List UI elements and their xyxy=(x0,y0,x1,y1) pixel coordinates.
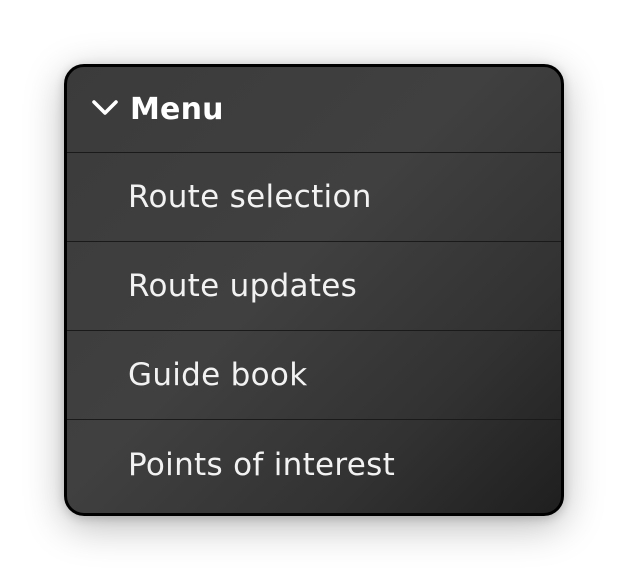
menu-item-guide-book[interactable]: Guide book xyxy=(67,331,561,420)
menu-item-route-selection[interactable]: Route selection xyxy=(67,153,561,242)
menu-item-route-updates[interactable]: Route updates xyxy=(67,242,561,331)
menu-title: Menu xyxy=(130,92,224,127)
menu-item-label: Route updates xyxy=(128,268,358,304)
menu-item-points-of-interest[interactable]: Points of interest xyxy=(67,420,561,509)
menu-item-label: Route selection xyxy=(128,179,372,215)
menu-list: Route selection Route updates Guide book… xyxy=(67,153,561,509)
menu-toggle-header[interactable]: Menu xyxy=(67,67,561,153)
menu-panel: Menu Route selection Route updates Guide… xyxy=(64,64,564,516)
menu-item-label: Guide book xyxy=(128,357,308,393)
menu-item-label: Points of interest xyxy=(128,446,396,483)
chevron-down-icon xyxy=(89,97,121,119)
